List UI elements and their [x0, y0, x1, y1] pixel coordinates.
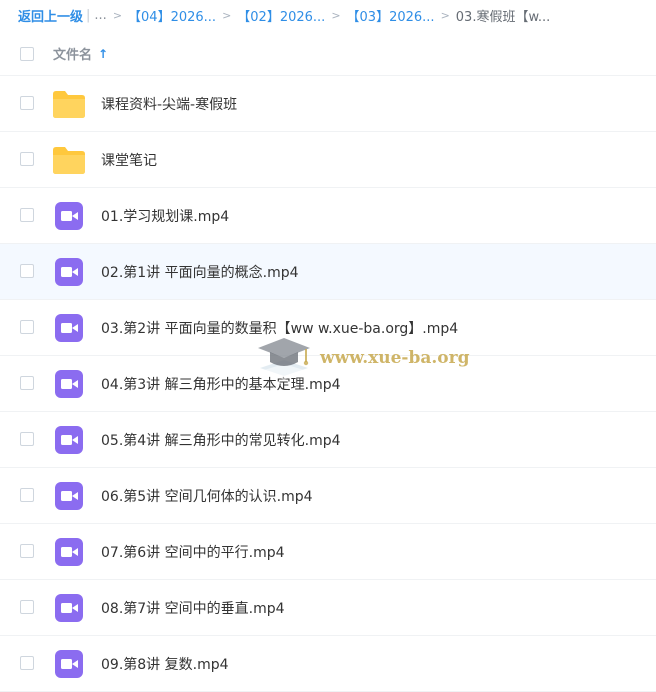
file-row[interactable]: 04.第3讲 解三角形中的基本定理.mp4	[0, 356, 656, 412]
video-file-icon	[52, 313, 86, 343]
video-file-icon	[52, 425, 86, 455]
file-row[interactable]: 06.第5讲 空间几何体的认识.mp4	[0, 468, 656, 524]
video-file-icon	[52, 201, 86, 231]
row-checkbox[interactable]	[20, 544, 34, 558]
breadcrumb: 返回上一级 | ... > 【04】2026... > 【02】2026... …	[0, 0, 656, 30]
row-checkbox[interactable]	[20, 432, 34, 446]
breadcrumb-item-03[interactable]: 【03】2026...	[347, 6, 435, 25]
folder-row[interactable]: 课堂笔记	[0, 132, 656, 188]
file-name-link[interactable]: 01.学习规划课.mp4	[101, 206, 229, 226]
breadcrumb-current: 03.寒假班【w...	[455, 9, 551, 25]
chevron-right-icon: >	[222, 8, 232, 22]
breadcrumb-item-04[interactable]: 【04】2026...	[128, 6, 216, 25]
row-checkbox[interactable]	[20, 656, 34, 670]
file-name-link[interactable]: 课堂笔记	[101, 150, 157, 170]
video-file-icon	[52, 649, 86, 679]
sort-by-name-button[interactable]: 文件名 ↑	[53, 44, 109, 64]
file-list-header: 文件名 ↑	[0, 32, 656, 76]
row-checkbox[interactable]	[20, 152, 34, 166]
file-row[interactable]: 02.第1讲 平面向量的概念.mp4	[0, 244, 656, 300]
file-row[interactable]: 08.第7讲 空间中的垂直.mp4	[0, 580, 656, 636]
video-file-icon	[52, 257, 86, 287]
video-file-icon	[52, 537, 86, 567]
file-name-link[interactable]: 09.第8讲 复数.mp4	[101, 654, 229, 674]
video-file-icon	[52, 481, 86, 511]
file-name-link[interactable]: 课程资料-尖端-寒假班	[101, 94, 237, 114]
video-file-icon	[52, 369, 86, 399]
file-list: 课程资料-尖端-寒假班 课堂笔记 01.学习规划课.mp4 02.第1讲 平面向量的概…	[0, 76, 656, 692]
row-checkbox[interactable]	[20, 96, 34, 110]
folder-icon	[52, 145, 86, 175]
file-name-link[interactable]: 04.第3讲 解三角形中的基本定理.mp4	[101, 374, 341, 394]
folder-icon	[52, 89, 86, 119]
breadcrumb-ellipsis[interactable]: ...	[94, 8, 106, 23]
row-checkbox[interactable]	[20, 600, 34, 614]
select-all-checkbox[interactable]	[20, 46, 34, 61]
file-row[interactable]: 01.学习规划课.mp4	[0, 188, 656, 244]
file-name-link[interactable]: 08.第7讲 空间中的垂直.mp4	[101, 598, 285, 618]
file-name-link[interactable]: 03.第2讲 平面向量的数量积【ww w.xue-ba.org】.mp4	[101, 318, 458, 338]
file-row[interactable]: 07.第6讲 空间中的平行.mp4	[0, 524, 656, 580]
breadcrumb-item-02[interactable]: 【02】2026...	[237, 6, 325, 25]
file-name-link[interactable]: 02.第1讲 平面向量的概念.mp4	[101, 262, 299, 282]
file-name-link[interactable]: 07.第6讲 空间中的平行.mp4	[101, 542, 285, 562]
file-name-link[interactable]: 05.第4讲 解三角形中的常见转化.mp4	[101, 430, 341, 450]
back-link[interactable]: 返回上一级	[18, 6, 83, 25]
file-row[interactable]: 05.第4讲 解三角形中的常见转化.mp4	[0, 412, 656, 468]
chevron-right-icon: >	[331, 8, 341, 22]
breadcrumb-divider: |	[86, 7, 91, 23]
row-checkbox[interactable]	[20, 320, 34, 334]
row-checkbox[interactable]	[20, 376, 34, 390]
folder-row[interactable]: 课程资料-尖端-寒假班	[0, 76, 656, 132]
name-column-label: 文件名	[53, 48, 93, 63]
file-name-link[interactable]: 06.第5讲 空间几何体的认识.mp4	[101, 486, 313, 506]
row-checkbox[interactable]	[20, 208, 34, 222]
video-file-icon	[52, 593, 86, 623]
file-row[interactable]: 09.第8讲 复数.mp4	[0, 636, 656, 692]
chevron-right-icon: >	[440, 8, 450, 22]
chevron-right-icon: >	[112, 8, 123, 22]
row-checkbox[interactable]	[20, 488, 34, 502]
row-checkbox[interactable]	[20, 264, 34, 278]
file-row[interactable]: 03.第2讲 平面向量的数量积【ww w.xue-ba.org】.mp4	[0, 300, 656, 356]
sort-ascending-icon: ↑	[98, 46, 109, 61]
